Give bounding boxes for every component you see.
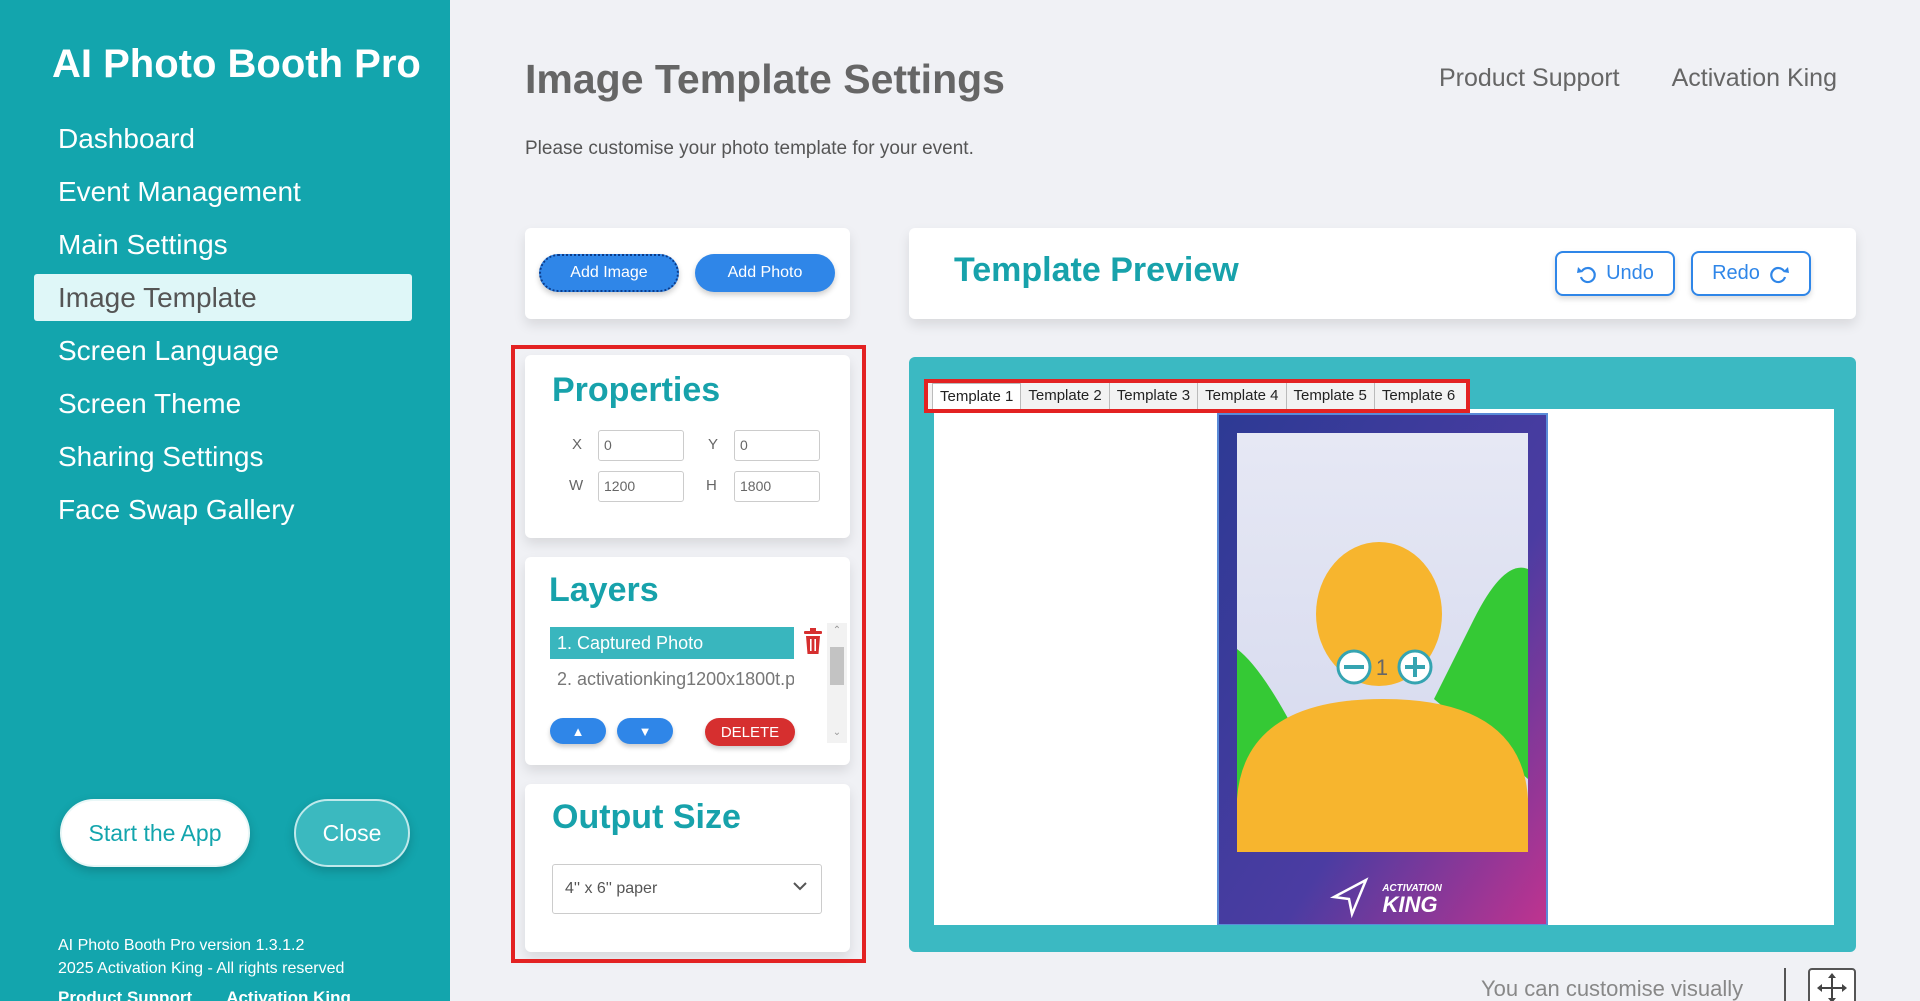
tab-template-6[interactable]: Template 6 bbox=[1375, 383, 1462, 409]
activation-king-link[interactable]: Activation King bbox=[1672, 64, 1837, 93]
start-app-button[interactable]: Start the App bbox=[60, 799, 250, 867]
sidebar-item-sharing-settings[interactable]: Sharing Settings bbox=[34, 433, 412, 480]
copyright-text: 2025 Activation King - All rights reserv… bbox=[58, 960, 345, 977]
footer-links: Product Support Activation King bbox=[58, 988, 381, 1001]
sidebar: AI Photo Booth Pro Dashboard Event Manag… bbox=[0, 0, 450, 1001]
hint-divider bbox=[1784, 968, 1786, 1001]
sidebar-item-screen-theme[interactable]: Screen Theme bbox=[34, 380, 412, 427]
tab-template-1[interactable]: Template 1 bbox=[932, 383, 1022, 409]
undo-button[interactable]: Undo bbox=[1555, 251, 1675, 296]
tab-template-2[interactable]: Template 2 bbox=[1021, 383, 1110, 409]
add-photo-button[interactable]: Add Photo bbox=[695, 254, 835, 292]
sidebar-footer: AI Photo Booth Pro version 1.3.1.2 2025 … bbox=[58, 934, 344, 980]
tab-template-3[interactable]: Template 3 bbox=[1110, 383, 1199, 409]
app-title: AI Photo Booth Pro bbox=[52, 42, 421, 86]
template-artwork[interactable]: 1 ACTIVATION KING bbox=[934, 409, 1834, 925]
sidebar-nav: Dashboard Event Management Main Settings… bbox=[34, 115, 412, 539]
sidebar-item-main-settings[interactable]: Main Settings bbox=[34, 221, 412, 268]
move-toggle-button[interactable] bbox=[1808, 968, 1856, 1001]
footer-link-support[interactable]: Product Support bbox=[58, 988, 192, 1001]
footer-link-activation-king[interactable]: Activation King bbox=[226, 988, 351, 1001]
move-arrows-icon bbox=[1817, 973, 1847, 1001]
sidebar-item-screen-language[interactable]: Screen Language bbox=[34, 327, 412, 374]
template-tabs: Template 1 Template 2 Template 3 Templat… bbox=[924, 379, 1471, 413]
logo-big-text: KING bbox=[1383, 892, 1438, 917]
sidebar-item-face-swap-gallery[interactable]: Face Swap Gallery bbox=[34, 486, 412, 533]
sidebar-item-event-management[interactable]: Event Management bbox=[34, 168, 412, 215]
redo-label: Redo bbox=[1712, 262, 1760, 284]
add-image-button[interactable]: Add Image bbox=[539, 254, 679, 292]
sidebar-item-image-template[interactable]: Image Template bbox=[34, 274, 412, 321]
sidebar-item-dashboard[interactable]: Dashboard bbox=[34, 115, 412, 162]
redo-button[interactable]: Redo bbox=[1691, 251, 1811, 296]
person-body bbox=[1237, 699, 1528, 852]
version-text: AI Photo Booth Pro version 1.3.1.2 bbox=[58, 937, 305, 954]
undo-label: Undo bbox=[1606, 262, 1654, 284]
zoom-value: 1 bbox=[1376, 655, 1388, 680]
undo-icon bbox=[1577, 266, 1596, 283]
tab-template-5[interactable]: Template 5 bbox=[1287, 383, 1375, 409]
tab-template-4[interactable]: Template 4 bbox=[1198, 383, 1287, 409]
product-support-link[interactable]: Product Support bbox=[1439, 64, 1620, 93]
template-canvas-frame: 1 ACTIVATION KING Template 1 Template 2 … bbox=[909, 357, 1856, 952]
redo-icon bbox=[1770, 266, 1789, 283]
template-canvas[interactable]: 1 ACTIVATION KING bbox=[934, 409, 1834, 925]
template-preview-title: Template Preview bbox=[954, 251, 1239, 289]
page-title: Image Template Settings bbox=[525, 56, 1005, 102]
page-subtitle: Please customise your photo template for… bbox=[525, 138, 974, 159]
highlight-outline bbox=[511, 345, 866, 963]
top-links: Product Support Activation King bbox=[1439, 64, 1837, 93]
customise-hint: You can customise visually bbox=[1481, 976, 1744, 1001]
template-preview-card: Template Preview Undo Redo bbox=[909, 228, 1856, 319]
close-button[interactable]: Close bbox=[294, 799, 410, 867]
add-buttons-card: Add Image Add Photo bbox=[525, 228, 850, 319]
